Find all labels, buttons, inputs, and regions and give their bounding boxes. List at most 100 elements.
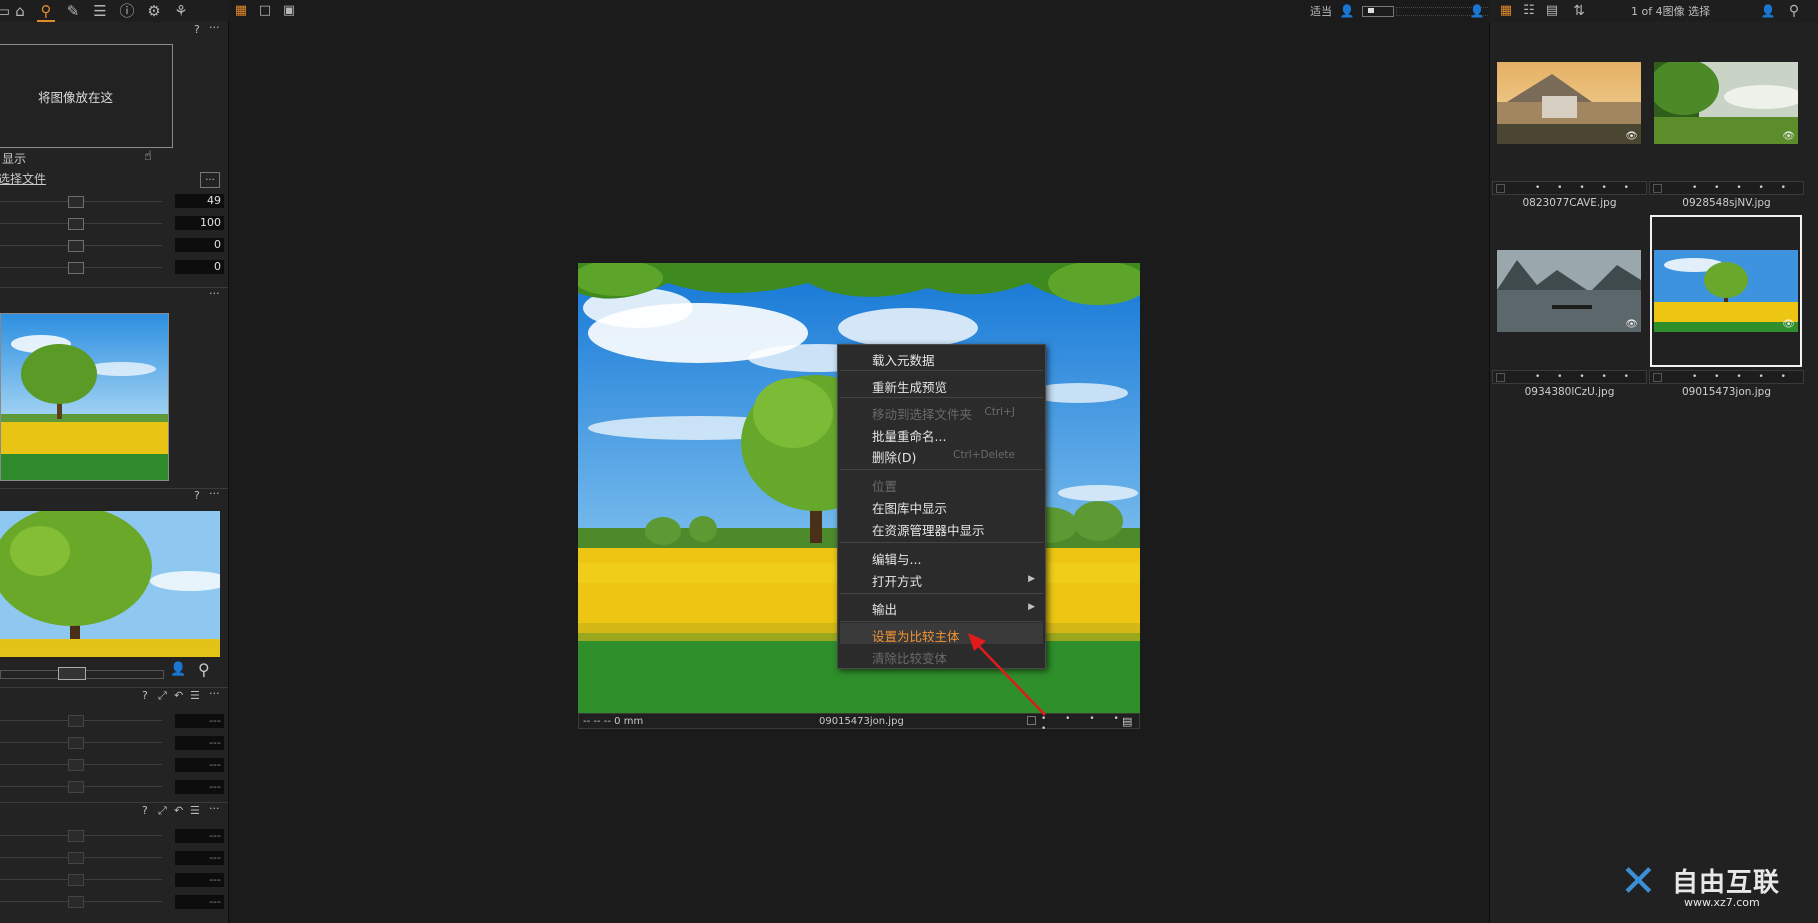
list-icon[interactable]: ☰ (190, 804, 200, 817)
search-icon[interactable]: ⚲ (1785, 2, 1803, 20)
checkbox[interactable] (1653, 373, 1662, 382)
panel-menu-icon[interactable]: ··· (209, 287, 220, 300)
slider-thumb[interactable] (68, 218, 84, 230)
expand-icon[interactable]: ⤢ (158, 689, 167, 703)
slider-thumb[interactable] (68, 196, 84, 208)
thumbnail-image[interactable]: 👁 (1654, 62, 1798, 144)
panel-menu-icon[interactable]: ··· (209, 687, 220, 700)
reset-icon[interactable]: ↶ (174, 689, 183, 702)
checkbox[interactable] (1496, 184, 1505, 193)
checkbox[interactable] (1653, 184, 1662, 193)
hand-icon[interactable]: ☝ (144, 149, 152, 164)
panel-menu-icon[interactable]: ··· (209, 487, 220, 500)
slider-value[interactable]: --- (175, 758, 224, 772)
single-view-icon[interactable]: □ (256, 2, 274, 20)
slider-value[interactable]: 0 (175, 238, 224, 252)
slider-value[interactable]: --- (175, 714, 224, 728)
list-icon[interactable]: ☰ (91, 2, 109, 20)
menu-item-batch-rename[interactable]: 批量重命名... (872, 426, 946, 445)
slider-thumb[interactable] (68, 262, 84, 274)
slider-thumb[interactable] (68, 759, 84, 771)
help-icon[interactable]: ? (194, 489, 200, 502)
list-view-icon[interactable]: ☷ (1520, 2, 1538, 20)
slider-value[interactable]: --- (175, 829, 224, 843)
slider-thumb[interactable] (68, 240, 84, 252)
slider-thumb[interactable] (68, 874, 84, 886)
settings-icon[interactable]: ⚙ (145, 2, 163, 20)
select-file-link[interactable]: 选择文件 (0, 170, 46, 187)
brush-icon[interactable]: ✎ (64, 2, 82, 20)
focus-zoom-thumb[interactable] (58, 667, 86, 680)
compare-view-icon[interactable]: ▣ (280, 2, 298, 20)
rating-dots[interactable]: • • • • • (1692, 372, 1793, 382)
slider-thumb[interactable] (68, 896, 84, 908)
menu-item-delete[interactable]: 删除(D) (872, 447, 916, 466)
eye-icon[interactable]: 👁 (1782, 319, 1795, 330)
user-icon[interactable]: 👤 (1759, 2, 1777, 20)
zoom-slider-thumb[interactable] (1368, 8, 1374, 13)
menu-item-move-to-folder[interactable]: 移动到选择文件夹 (872, 404, 972, 423)
menu-item-show-in-explorer[interactable]: 在资源管理器中显示 (872, 520, 985, 539)
rating-dots[interactable]: • • • • • (1692, 183, 1793, 193)
help-icon[interactable]: ? (194, 23, 200, 36)
sort-icon[interactable]: ⇅ (1570, 2, 1588, 20)
slider-value[interactable]: 0 (175, 260, 224, 274)
focus-preview[interactable] (0, 511, 220, 657)
browse-button[interactable]: ... (200, 172, 220, 188)
slider-value[interactable]: --- (175, 736, 224, 750)
menu-item-location[interactable]: 位置 (872, 476, 897, 495)
search-icon[interactable]: ⚲ (198, 660, 210, 679)
image-drop-zone[interactable]: 将图像放在这 (0, 44, 173, 148)
thumbnail-image[interactable]: 👁 (1654, 250, 1798, 332)
user-icon[interactable]: 👤 (1338, 2, 1356, 20)
menu-item-load-metadata[interactable]: 载入元数据 (872, 350, 935, 369)
info-icon[interactable]: ⓘ (118, 2, 136, 20)
zoom-slider[interactable] (1362, 6, 1394, 17)
eye-icon[interactable]: 👁 (1625, 131, 1638, 142)
thumbnail-image[interactable]: 👁 (1497, 62, 1641, 144)
rating-dots[interactable]: • • • • • (1535, 183, 1636, 193)
list-icon[interactable]: ☰ (190, 689, 200, 702)
capture-icon[interactable]: ⌂ (11, 2, 29, 20)
process-icon[interactable]: ⚘ (172, 2, 190, 20)
slider-thumb[interactable] (68, 830, 84, 842)
menu-item-export[interactable]: 输出 (872, 599, 897, 618)
panel-menu-icon[interactable]: ··· (209, 21, 220, 34)
user-icon[interactable]: 👤 (170, 662, 186, 677)
metadata-icon[interactable]: ▤ (1122, 715, 1132, 728)
slider-value[interactable]: --- (175, 873, 224, 887)
slider-value[interactable]: --- (175, 851, 224, 865)
slider-value[interactable]: 49 (175, 194, 224, 208)
menu-item-clear-compare-variant[interactable]: 清除比较变体 (872, 648, 947, 667)
reset-icon[interactable]: ↶ (174, 804, 183, 817)
slider-thumb[interactable] (68, 852, 84, 864)
thumbnail-rating-bar[interactable]: • • • • • (1649, 370, 1804, 384)
eye-icon[interactable]: 👁 (1782, 131, 1795, 142)
thumbnail-rating-bar[interactable]: • • • • • (1492, 370, 1647, 384)
panel-menu-icon[interactable]: ··· (209, 802, 220, 815)
menu-item-set-compare-primary[interactable]: 设置为比较主体 (872, 626, 960, 645)
thumbnail-image[interactable]: 👁 (1497, 250, 1641, 332)
help-icon[interactable]: ? (142, 689, 148, 702)
thumbnail-rating-bar[interactable]: • • • • • (1492, 181, 1647, 195)
filmstrip-view-icon[interactable]: ▤ (1543, 2, 1561, 20)
menu-item-show-in-library[interactable]: 在图库中显示 (872, 498, 947, 517)
menu-item-open-with[interactable]: 打开方式 (872, 571, 922, 590)
search-icon[interactable]: ⚲ (37, 2, 55, 22)
slider-thumb[interactable] (68, 781, 84, 793)
menu-item-edit-with[interactable]: 编辑与... (872, 549, 921, 568)
slider-value[interactable]: 100 (175, 216, 224, 230)
slider-value[interactable]: --- (175, 895, 224, 909)
help-icon[interactable]: ? (142, 804, 148, 817)
fit-label[interactable]: 适当 (1310, 3, 1332, 19)
grid-view-icon[interactable]: ▦ (232, 2, 250, 20)
thumbnail-rating-bar[interactable]: • • • • • (1649, 181, 1804, 195)
slider-thumb[interactable] (68, 737, 84, 749)
checkbox[interactable] (1496, 373, 1505, 382)
slider-value[interactable]: --- (175, 780, 224, 794)
navigator-preview[interactable] (0, 313, 169, 481)
slider-thumb[interactable] (68, 715, 84, 727)
rating-dots[interactable]: • • • • • (1535, 372, 1636, 382)
menu-item-regenerate-preview[interactable]: 重新生成预览 (872, 377, 947, 396)
expand-icon[interactable]: ⤢ (158, 804, 167, 818)
